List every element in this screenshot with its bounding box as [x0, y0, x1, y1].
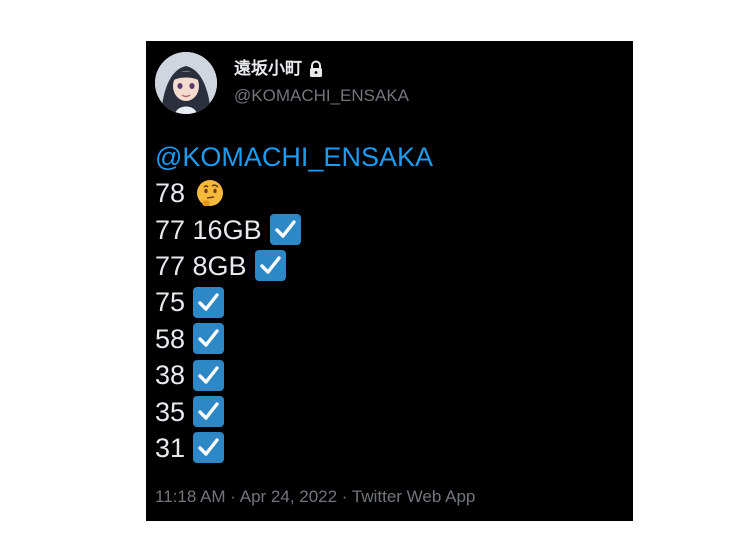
author-handle[interactable]: @KOMACHI_ENSAKA	[234, 85, 409, 107]
check-mark-icon	[269, 214, 301, 246]
tweet-line: 58	[155, 321, 433, 357]
tweet-line: 31	[155, 430, 433, 466]
check-mark-icon	[193, 323, 225, 355]
tweet-line: 38	[155, 357, 433, 393]
lock-icon	[308, 60, 324, 78]
tweet-line: 77 16GB	[155, 211, 433, 247]
tweet-text: @KOMACHI_ENSAKA 78 77 16GB 77 8GB 75 58 …	[155, 139, 433, 466]
line-text: 35	[155, 396, 186, 427]
avatar[interactable]	[155, 52, 217, 114]
line-text: 77 16GB	[155, 214, 262, 245]
tweet-line: 78	[155, 175, 433, 211]
tweet-card: 遠坂小町 @KOMACHI_ENSAKA @KOMACHI_ENSAKA 78	[146, 41, 633, 521]
line-text: 58	[155, 323, 186, 354]
line-text: 78	[155, 178, 186, 209]
author-row: 遠坂小町	[234, 58, 324, 80]
line-text: 31	[155, 432, 186, 463]
tweet-line: 77 8GB	[155, 248, 433, 284]
tweet-line: 35	[155, 393, 433, 429]
check-mark-icon	[193, 396, 225, 428]
tweet-line: 75	[155, 284, 433, 320]
tweet-timestamp[interactable]: 11:18 AM · Apr 24, 2022 · Twitter Web Ap…	[155, 486, 475, 508]
check-mark-icon	[193, 359, 225, 391]
thinking-face-icon	[195, 178, 225, 208]
line-text: 77 8GB	[155, 250, 247, 281]
line-text: 75	[155, 287, 186, 318]
check-mark-icon	[193, 286, 225, 318]
line-text: 38	[155, 360, 186, 391]
check-mark-icon	[254, 250, 286, 282]
mention-link[interactable]: @KOMACHI_ENSAKA	[155, 139, 433, 175]
display-name[interactable]: 遠坂小町	[234, 58, 302, 80]
check-mark-icon	[193, 432, 225, 464]
